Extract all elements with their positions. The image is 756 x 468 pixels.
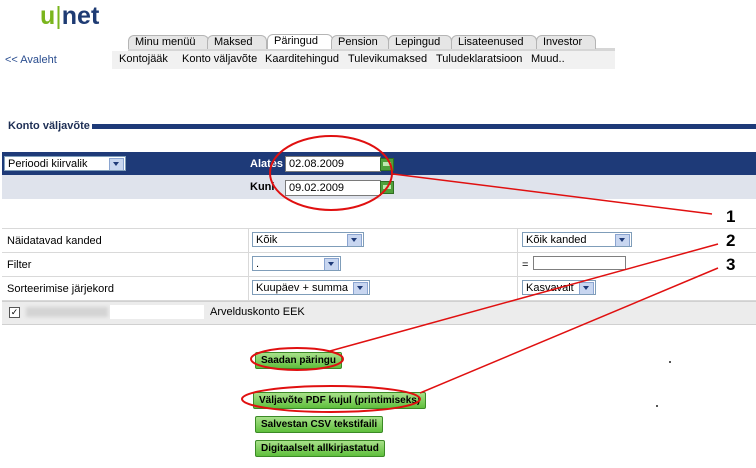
annotation-line-3	[419, 267, 719, 394]
annotation-ellipse-dates	[269, 135, 393, 211]
annotation-ellipse-pdf	[241, 385, 421, 413]
annotation-line-1	[392, 173, 713, 215]
annotation-line-2	[329, 243, 719, 352]
annotation-number-1: 1	[726, 207, 736, 226]
annotation-ellipse-send	[250, 347, 344, 371]
annotation-number-3: 3	[726, 255, 736, 274]
annotation-number-2: 2	[726, 231, 736, 250]
annotation-overlay	[241, 135, 719, 413]
